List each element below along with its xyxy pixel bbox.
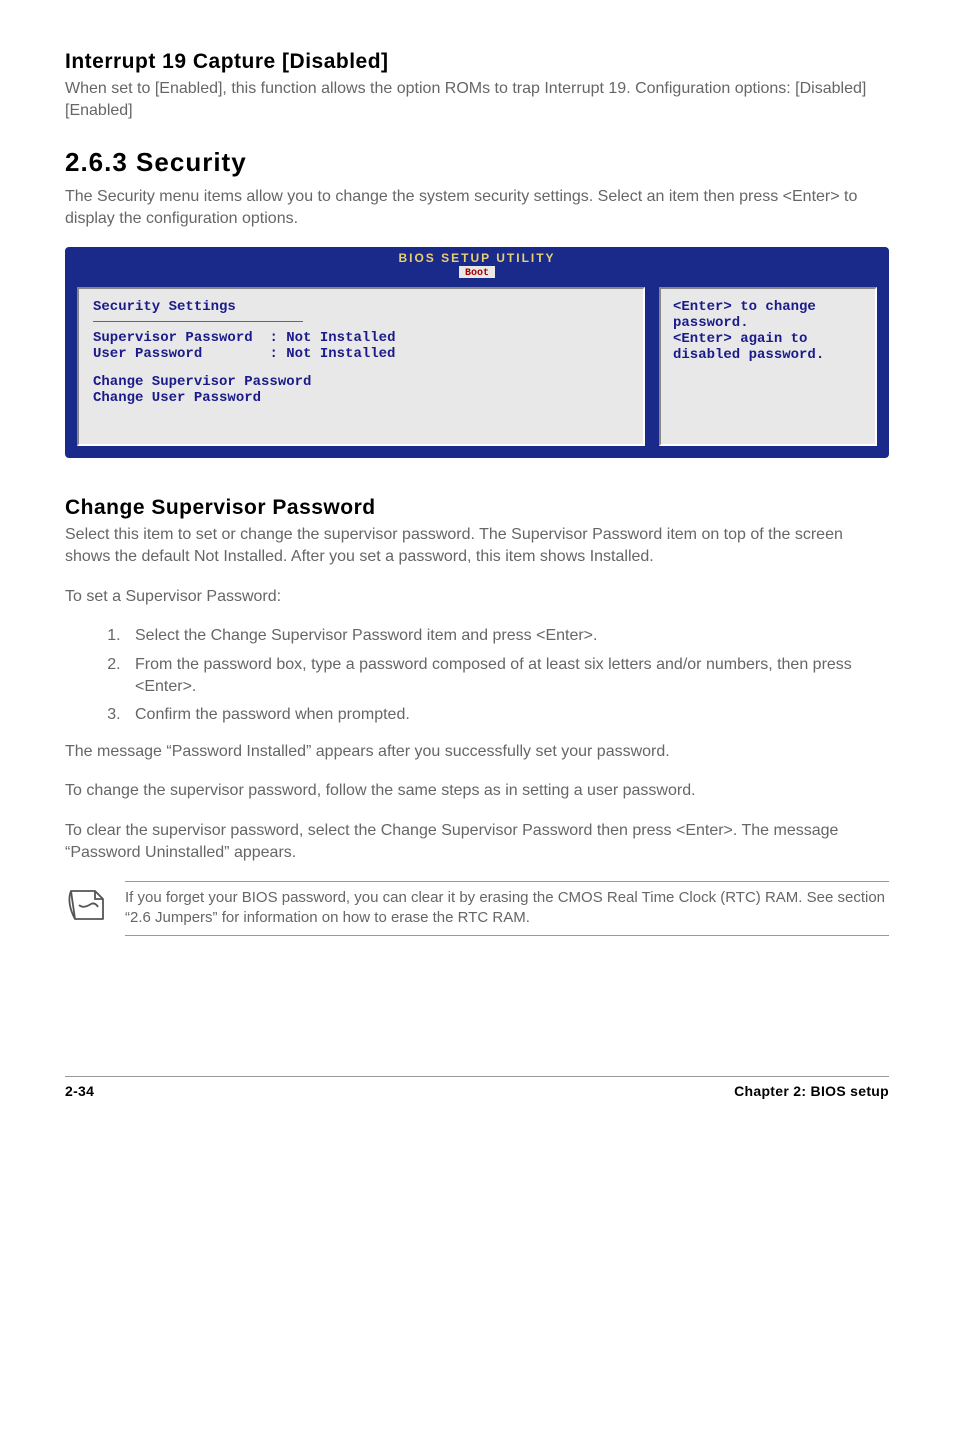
footer-page-number: 2-34 <box>65 1083 94 1099</box>
footer-chapter-label: Chapter 2: BIOS setup <box>734 1083 889 1099</box>
bios-help-line3: <Enter> again to <box>673 331 863 347</box>
step-3: Confirm the password when prompted. <box>125 704 889 726</box>
note-text: If you forget your BIOS password, you ca… <box>125 888 889 929</box>
bios-supervisor-value: : Not Installed <box>269 330 395 346</box>
change-password-p5: To clear the supervisor password, select… <box>65 820 889 863</box>
bios-shadow-decoration <box>77 468 877 478</box>
bios-help-line2: password. <box>673 315 863 331</box>
bios-change-supervisor[interactable]: Change Supervisor Password <box>93 374 629 390</box>
bios-help-line4: disabled password. <box>673 347 863 363</box>
security-section-desc: The Security menu items allow you to cha… <box>65 186 889 229</box>
change-password-p4: To change the supervisor password, follo… <box>65 780 889 802</box>
bios-help-line1: <Enter> to change <box>673 299 863 315</box>
change-password-steps: Select the Change Supervisor Password it… <box>125 625 889 727</box>
bios-user-value: : Not Installed <box>269 346 395 362</box>
bios-help-pane: <Enter> to change password. <Enter> agai… <box>659 287 877 446</box>
bios-security-settings-label: Security Settings <box>93 299 629 315</box>
bios-header: BIOS SETUP UTILITY Boot <box>65 247 889 287</box>
bios-divider <box>93 321 303 322</box>
interrupt-desc: When set to [Enabled], this function all… <box>65 78 889 121</box>
security-section-title: 2.6.3 Security <box>65 147 889 178</box>
bios-header-tab: Boot <box>465 268 489 279</box>
interrupt-title: Interrupt 19 Capture [Disabled] <box>65 50 889 74</box>
bios-supervisor-label: Supervisor Password <box>93 330 253 346</box>
change-password-title: Change Supervisor Password <box>65 496 889 520</box>
page-footer: 2-34 Chapter 2: BIOS setup <box>65 1076 889 1099</box>
step-1: Select the Change Supervisor Password it… <box>125 625 889 647</box>
bios-header-title: BIOS SETUP UTILITY <box>398 251 555 265</box>
change-password-p3: The message “Password Installed” appears… <box>65 741 889 763</box>
bios-left-pane: Security Settings Supervisor Password : … <box>77 287 645 446</box>
change-password-p1: Select this item to set or change the su… <box>65 524 889 567</box>
bios-change-user[interactable]: Change User Password <box>93 390 629 406</box>
note-block: If you forget your BIOS password, you ca… <box>65 881 889 936</box>
note-icon <box>65 881 125 936</box>
bios-user-label: User Password <box>93 346 202 362</box>
change-password-p2: To set a Supervisor Password: <box>65 586 889 608</box>
step-2: From the password box, type a password c… <box>125 654 889 699</box>
bios-setup-panel: BIOS SETUP UTILITY Boot Security Setting… <box>65 247 889 458</box>
